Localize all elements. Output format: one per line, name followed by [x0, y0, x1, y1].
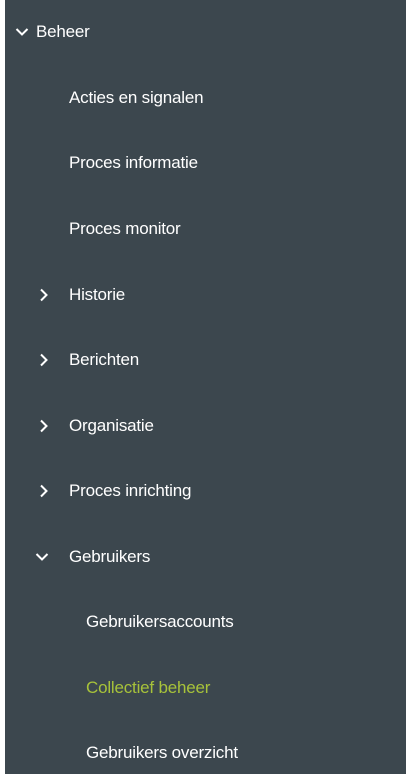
nav-item-label: Acties en signalen [69, 88, 204, 107]
chevron-down-icon [13, 23, 31, 41]
chevron-right-icon [35, 482, 53, 500]
nav-item-label: Gebruikers overzicht [86, 743, 238, 762]
nav-item-collectief-beheer[interactable]: Collectief beheer [5, 662, 406, 714]
nav-group-label: Beheer [36, 22, 90, 41]
nav-group-proces-inrichting[interactable]: Proces inrichting [5, 465, 406, 517]
nav-item-label: Proces monitor [69, 219, 181, 238]
nav-group-label: Historie [69, 285, 126, 304]
chevron-right-icon [35, 351, 53, 369]
nav-item-proces-informatie[interactable]: Proces informatie [5, 137, 406, 189]
nav-item-proces-monitor[interactable]: Proces monitor [5, 203, 406, 255]
nav-group-gebruikers[interactable]: Gebruikers [5, 531, 406, 583]
chevron-right-icon [35, 286, 53, 304]
nav-item-label: Collectief beheer [86, 678, 211, 697]
sidebar-nav: Beheer Acties en signalen Proces informa… [5, 0, 406, 774]
nav-item-gebruikers-overzicht[interactable]: Gebruikers overzicht [5, 727, 406, 774]
chevron-down-icon [33, 548, 51, 566]
nav-group-berichten[interactable]: Berichten [5, 334, 406, 386]
nav-item-label: Gebruikersaccounts [86, 612, 234, 631]
nav-group-organisatie[interactable]: Organisatie [5, 400, 406, 452]
nav-group-label: Proces inrichting [69, 481, 192, 500]
chevron-right-icon [35, 417, 53, 435]
nav-group-label: Organisatie [69, 416, 154, 435]
nav-item-label: Proces informatie [69, 153, 198, 172]
nav-group-label: Berichten [69, 350, 140, 369]
nav-group-historie[interactable]: Historie [5, 269, 406, 321]
nav-item-gebruikersaccounts[interactable]: Gebruikersaccounts [5, 596, 406, 648]
nav-item-acties-en-signalen[interactable]: Acties en signalen [5, 72, 406, 124]
nav-group-label: Gebruikers [69, 547, 151, 566]
nav-group-beheer[interactable]: Beheer [5, 6, 406, 58]
